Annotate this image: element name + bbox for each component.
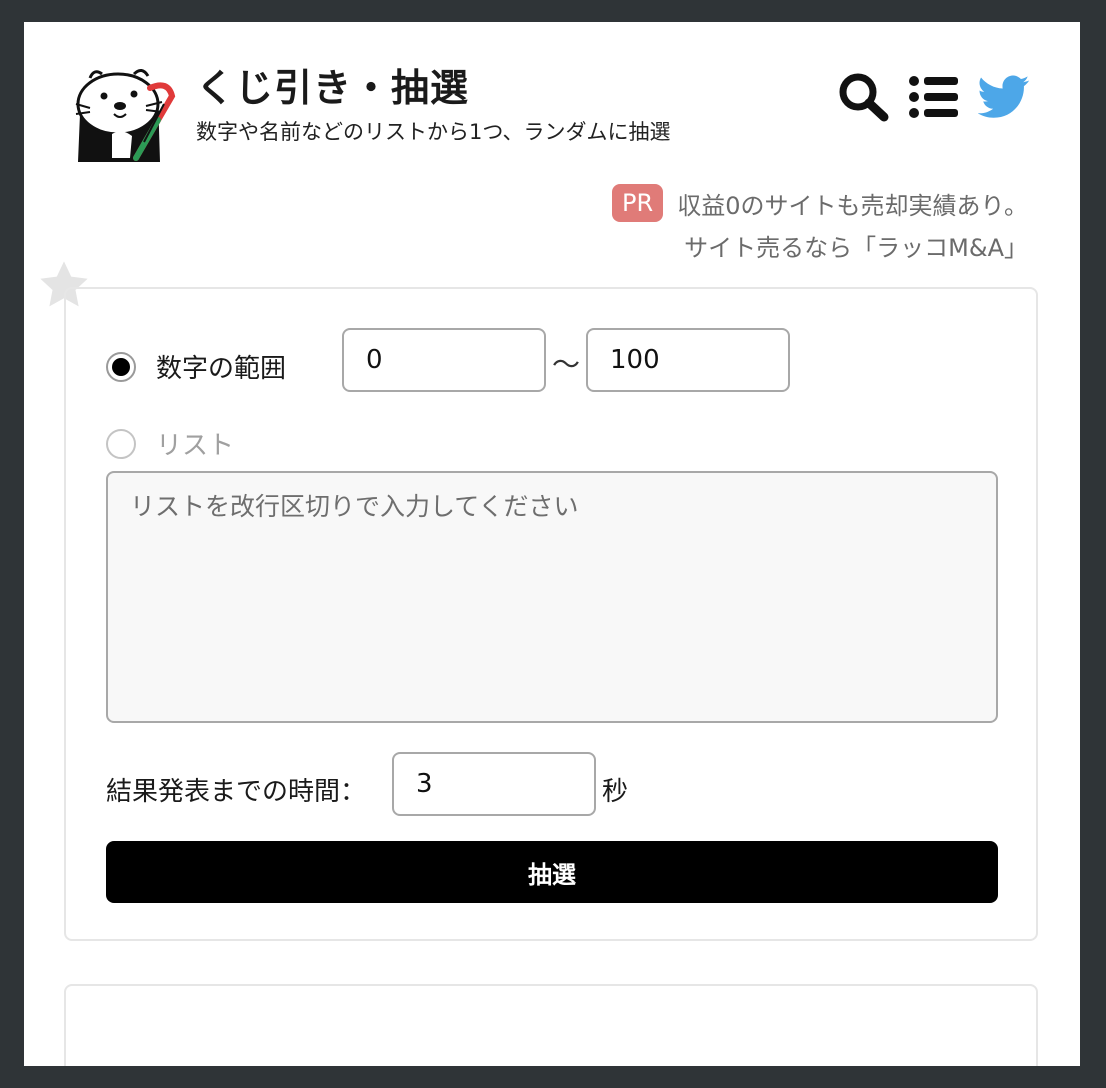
pr-ad-text-2[interactable]: サイト売るなら「ラッコM&A」	[684, 228, 1028, 263]
lottery-form-card: 数字の範囲 ～ リスト 結果発表までの時間： 秒 抽選	[64, 287, 1038, 941]
result-card	[64, 984, 1038, 1066]
draw-button[interactable]: 抽選	[106, 841, 998, 903]
range-max-input[interactable]	[586, 328, 790, 392]
time-input[interactable]	[392, 752, 596, 816]
radio-list-option[interactable]: リスト	[106, 425, 234, 462]
radio-list[interactable]	[106, 428, 136, 459]
page: くじ引き・抽選 数字や名前などのリストから1つ、ランダムに抽選 PR 収益0のサ…	[24, 22, 1080, 1066]
time-unit-label: 秒	[602, 777, 629, 807]
pr-ad-text-1[interactable]: 収益0のサイトも売却実績あり。	[677, 186, 1028, 221]
page-title[interactable]: くじ引き・抽選	[196, 62, 469, 114]
twitter-icon[interactable]	[978, 74, 1030, 120]
radio-range-label[interactable]: 数字の範囲	[156, 348, 286, 385]
page-subtitle: 数字や名前などのリストから1つ、ランダムに抽選	[196, 120, 671, 144]
radio-range[interactable]	[106, 351, 136, 382]
radio-range-option[interactable]: 数字の範囲	[106, 348, 286, 385]
menu-list-icon[interactable]	[908, 75, 960, 119]
range-separator: ～	[552, 348, 581, 381]
list-textarea[interactable]	[106, 471, 998, 723]
pr-badge: PR	[612, 184, 664, 222]
time-label: 結果発表までの時間：	[106, 777, 367, 807]
otter-logo[interactable]	[72, 62, 180, 162]
radio-list-label[interactable]: リスト	[156, 425, 234, 462]
search-icon[interactable]	[838, 72, 890, 122]
pr-ad-line1[interactable]: PR 収益0のサイトも売却実績あり。	[612, 184, 1028, 222]
range-min-input[interactable]	[342, 328, 546, 392]
